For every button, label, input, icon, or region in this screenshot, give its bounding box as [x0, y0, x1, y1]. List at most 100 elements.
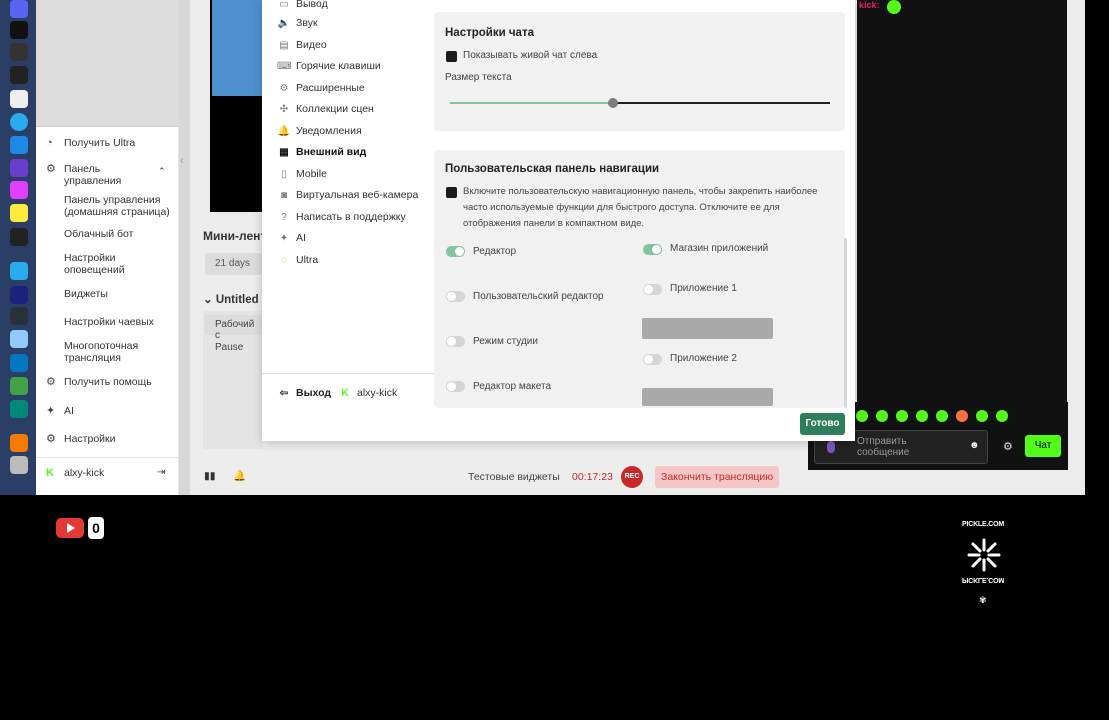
output-icon: ▭: [279, 0, 289, 10]
end-stream-button[interactable]: Закончить трансляцию: [655, 466, 780, 488]
emote-icon[interactable]: [896, 410, 908, 422]
app-icon[interactable]: [10, 330, 28, 348]
launchpad-icon[interactable]: [10, 90, 28, 108]
scene-row[interactable]: Рабочий с: [205, 315, 262, 341]
emote-icon[interactable]: [876, 410, 888, 422]
terminal-icon[interactable]: [10, 66, 28, 84]
custom-nav-card: Пользовательская панель навигации Включи…: [434, 150, 845, 408]
nav-video[interactable]: ▤ Видео: [277, 38, 326, 52]
nav-mobile[interactable]: ▯ Mobile: [277, 167, 327, 181]
app-icon[interactable]: [10, 21, 28, 39]
live-chat-left-checkbox[interactable]: [446, 51, 457, 62]
bell-icon: 🔔: [277, 126, 291, 137]
toggle-layout-editor[interactable]: [446, 381, 465, 392]
nav-virtual-webcam[interactable]: ◙ Виртуальная веб-камера: [277, 188, 418, 202]
settings-modal: ▭ Вывод 🔈 Звук ▤ Видео ⌨ Горячие клавиши ⚙ Ра…: [262, 0, 855, 441]
emote-icon[interactable]: [996, 410, 1008, 422]
done-button[interactable]: Готово: [800, 413, 845, 435]
nav-hotkeys[interactable]: ⌨ Горячие клавиши: [277, 59, 381, 73]
toggle-app-store-label: Магазин приложений: [670, 243, 769, 254]
nav-scene-collections[interactable]: ✣ Коллекции сцен: [277, 102, 374, 116]
chat-window: kick:: [857, 0, 1067, 470]
custom-nav-checkbox[interactable]: [446, 187, 457, 198]
app-icon[interactable]: [10, 228, 28, 246]
discord-icon[interactable]: [10, 0, 28, 18]
app-icon[interactable]: [10, 377, 28, 395]
nav-appearance[interactable]: ▦ Внешний вид: [277, 145, 366, 159]
sidebar-top-area: [36, 0, 179, 126]
toggle-custom-editor[interactable]: [446, 291, 465, 302]
app-icon[interactable]: [10, 181, 28, 199]
app-icon[interactable]: [10, 400, 28, 418]
nav-audio[interactable]: 🔈 Звук: [277, 16, 318, 30]
toggle-studio-mode[interactable]: [446, 336, 465, 347]
app-icon[interactable]: [10, 43, 28, 61]
nav-notifications[interactable]: 🔔 Уведомления: [277, 124, 362, 138]
folder-icon[interactable]: [10, 434, 28, 452]
mini-feed-title: Мини-лент: [203, 229, 267, 243]
slider-knob[interactable]: [608, 98, 618, 108]
settings-scrollbar[interactable]: [844, 238, 847, 408]
emote-icon[interactable]: [956, 410, 968, 422]
pickle-logo-icon: [967, 538, 1001, 572]
chevron-up-icon[interactable]: ⌃: [158, 165, 166, 177]
toggle-app-1-label: Приложение 1: [670, 283, 737, 294]
rec-button[interactable]: REC: [621, 466, 643, 488]
toggle-layout-editor-label: Редактор макета: [473, 381, 552, 392]
app-1-slot[interactable]: [642, 318, 773, 339]
telegram-icon[interactable]: [10, 113, 28, 131]
app-icon[interactable]: [10, 286, 28, 304]
kick-logo-icon: K: [341, 388, 349, 399]
mac-dock: [0, 0, 36, 495]
gear-icon: ⚙: [46, 433, 56, 445]
text-size-slider[interactable]: [450, 97, 830, 109]
emoji-icon[interactable]: ☻: [969, 440, 980, 451]
toggle-app-store[interactable]: [643, 244, 662, 255]
chat-settings-gear-icon[interactable]: ⚙: [1003, 440, 1013, 453]
advanced-gear-icon: ⚙: [279, 83, 289, 94]
emote-icon[interactable]: [856, 410, 868, 422]
settings-content: Настройки чата Показывать живой чат слев…: [434, 0, 855, 441]
chat-send-button[interactable]: Чат: [1025, 435, 1061, 457]
logout-arrow-icon[interactable]: ⇥: [157, 467, 165, 479]
nav-support[interactable]: ? Написать в поддержку: [277, 210, 406, 224]
telegram-icon[interactable]: [10, 262, 28, 280]
bell-icon[interactable]: 🔔: [233, 469, 246, 482]
notes-icon[interactable]: [10, 204, 28, 222]
speaker-icon: 🔈: [277, 18, 291, 29]
scene-collection-title[interactable]: ⌄ Untitled: [203, 292, 259, 306]
app-icon[interactable]: [10, 354, 28, 372]
emote-icon[interactable]: [916, 410, 928, 422]
nav-output[interactable]: ▭ Вывод: [277, 0, 327, 11]
app-icon[interactable]: [10, 136, 28, 154]
keyboard-icon: ⌨: [277, 61, 292, 72]
test-widgets-label[interactable]: Тестовые виджеты: [468, 471, 560, 483]
collections-icon: ✣: [279, 104, 289, 115]
scene-row-pause[interactable]: Pause: [215, 342, 243, 353]
emote-icon[interactable]: [936, 410, 948, 422]
video-icon: ▤: [279, 40, 289, 51]
trash-icon[interactable]: [10, 456, 28, 474]
emote-icon: [887, 0, 901, 14]
toggle-app-2[interactable]: [643, 354, 662, 365]
toggle-custom-editor-label: Пользовательский редактор: [473, 291, 604, 302]
toggle-editor[interactable]: [446, 246, 465, 257]
mic-icon[interactable]: [827, 441, 835, 453]
chat-username: kick:: [859, 0, 880, 10]
nav-ai[interactable]: ✦ AI: [277, 231, 306, 245]
app-icon[interactable]: [10, 307, 28, 325]
toggle-app-1[interactable]: [643, 284, 662, 295]
youtube-icon: [56, 518, 84, 538]
screen: ◔ Получить Ultra ⚙ Панель управления ⌃ П…: [0, 0, 1085, 495]
nav-advanced[interactable]: ⚙ Расширенные: [277, 81, 365, 95]
stats-icon[interactable]: ▮▮: [204, 470, 216, 482]
support-icon: ?: [281, 212, 287, 223]
app-icon[interactable]: [10, 159, 28, 177]
pickle-small-icon: ✾: [979, 595, 987, 605]
app-2-slot[interactable]: [642, 388, 773, 406]
emote-icon[interactable]: [976, 410, 988, 422]
logout-button[interactable]: ⇦ Выход: [277, 386, 331, 400]
ultra-ring-icon: ◌: [281, 255, 287, 266]
nav-ultra[interactable]: ◌ Ultra: [277, 253, 318, 267]
collapse-sidebar-icon[interactable]: ‹: [180, 155, 184, 167]
